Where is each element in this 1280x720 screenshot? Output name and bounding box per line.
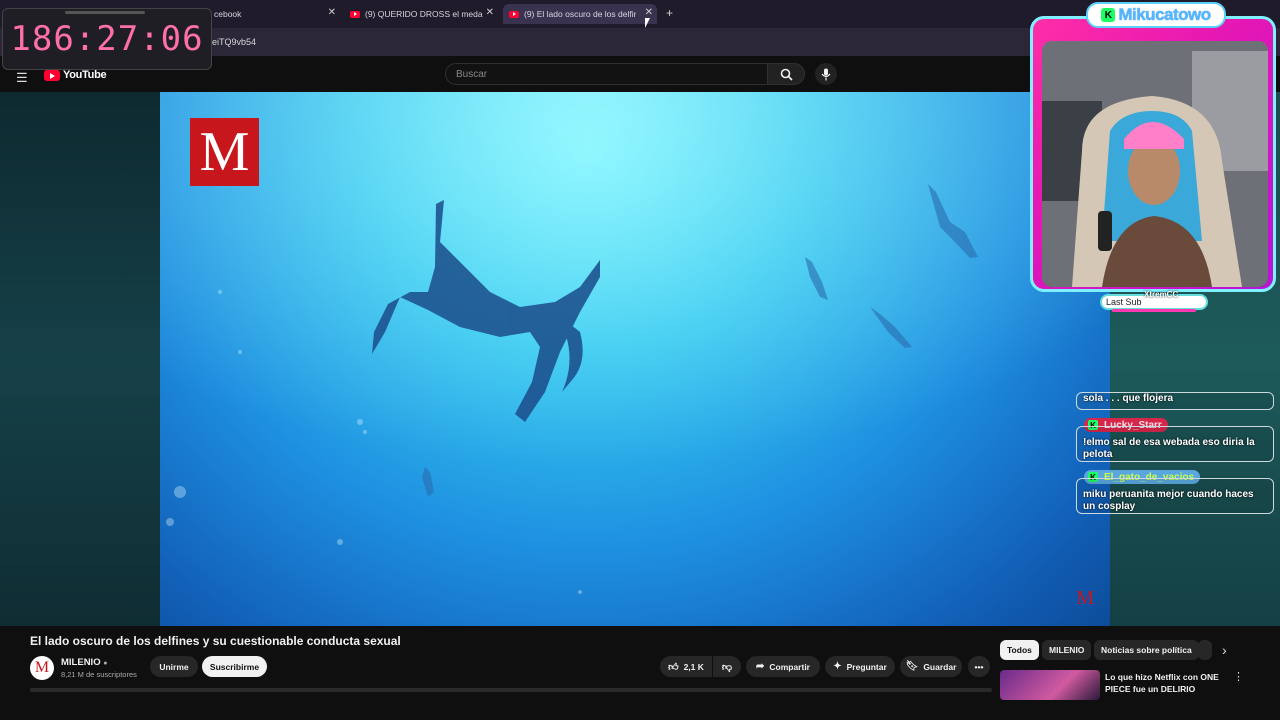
chip-label: Noticias sobre política [1101,645,1192,655]
chip-milenio[interactable]: MILENIO [1042,640,1092,660]
chip-todos[interactable]: Todos [1000,640,1039,660]
search-placeholder: Buscar [456,68,488,80]
suggested-video-thumbnail[interactable] [1000,670,1100,700]
tab-lado-oscuro[interactable]: (9) El lado oscuro de los delfines ✕ [503,4,657,24]
video-title: El lado oscuro de los delfines y su cues… [30,634,401,648]
join-label: Unirme [159,661,189,672]
share-icon: ➦ [755,661,765,672]
last-sub-widget: Last Sub XtremCC [1100,290,1208,312]
page-background-left [0,92,160,626]
search-button[interactable] [767,63,805,85]
webcam-frame [1030,16,1276,292]
thumbs-up-icon: 👍︎ [668,661,679,673]
chat-message-text: miku peruanita mejor cuando haces un cos… [1083,489,1254,512]
milenio-watermark: M [1076,587,1094,609]
channel-avatar-letter: M [34,659,50,676]
close-icon[interactable]: ✕ [645,7,653,18]
subscribe-label: Suscribirme [209,661,260,672]
mouse-cursor-icon [645,18,650,28]
search-icon [780,68,793,81]
search-input[interactable]: Buscar [445,63,768,85]
share-label: Compartir [769,661,810,672]
subscriber-count: 8,21 M de suscriptores [61,670,137,679]
close-icon[interactable]: ✕ [486,7,494,18]
timer-decoration [65,11,145,14]
video-info: El lado oscuro de los delfines y su cues… [0,626,1280,720]
menu-icon[interactable]: ☰ [16,70,28,86]
youtube-play-icon [44,69,60,81]
verified-icon: ● [103,660,108,667]
tab-title: (9) QUERIDO DROSS el medalla [365,9,483,19]
milenio-logo: M [190,118,259,186]
chat-message: miku peruanita mejor cuando haces un cos… [1076,478,1274,514]
youtube-logo[interactable]: YouTube [44,69,107,81]
dislike-button[interactable]: 👎︎ [713,656,741,677]
ask-label: Preguntar [846,661,887,672]
thumbs-down-icon: 👎︎ [721,661,733,673]
youtube-favicon-icon [509,10,519,18]
save-label: Guardar [923,661,957,672]
video-player[interactable]: M M [160,92,1110,626]
stream-timer: 186:27:06 [2,8,212,70]
description-box-edge [30,688,992,692]
chat-message: sola . . . que flojera [1076,392,1274,410]
suggested-video-title[interactable]: Lo que hizo Netflix con ONE PIECE fue un… [1105,671,1225,695]
channel-name[interactable]: MILENIO ● [61,657,107,668]
youtube-favicon-icon [350,10,360,18]
streamer-name: Mikucatowo [1118,5,1211,24]
webcam-feed [1042,41,1268,287]
last-sub-user: XtremCC [1144,290,1179,299]
streamer-name-badge: K Mikucatowo [1086,2,1226,28]
milenio-logo-letter: M [199,121,250,183]
last-sub-label: Last Sub [1106,297,1142,307]
tab-facebook[interactable]: cebook ✕ [208,4,340,24]
new-tab-icon[interactable]: + [666,6,673,20]
streamer-figure [1042,41,1268,287]
suggested-more-icon[interactable]: ⋮ [1233,670,1244,683]
tab-querido-dross[interactable]: (9) QUERIDO DROSS el medalla ✕ [344,4,498,24]
voice-search-button[interactable] [815,63,837,85]
chevron-right-icon[interactable]: › [1222,642,1227,658]
youtube-logo-text: YouTube [63,69,107,81]
channel-avatar[interactable]: M [30,656,54,680]
ask-button[interactable]: ✦ Preguntar [825,656,895,677]
kick-icon: K [1101,8,1116,22]
screen: cebook ✕ (9) QUERIDO DROSS el medalla ✕ … [0,0,1280,720]
like-count: 2,1 K [683,661,704,672]
channel-name-text: MILENIO [61,657,101,668]
more-actions-button[interactable]: ••• [968,656,990,677]
like-button[interactable]: 👍︎ 2,1 K [660,656,712,677]
bookmark-icon: 🔖︎ [905,661,919,672]
sparkle-icon: ✦ [833,661,842,672]
more-icon: ••• [974,661,984,672]
subscribe-button[interactable]: Suscribirme [202,656,267,677]
timer-value: 186:27:06 [10,19,204,59]
join-button[interactable]: Unirme [150,656,198,677]
microphone-icon [821,68,831,80]
chat-message-text: !elmo sal de esa webada eso diria la pel… [1083,437,1255,460]
last-sub-bar [1112,309,1196,312]
video-frame-underwater-scene [160,92,1110,626]
chat-message: !elmo sal de esa webada eso diria la pel… [1076,426,1274,462]
chat-message-text: sola . . . que flojera [1083,393,1174,404]
chip-noticias-politica[interactable]: Noticias sobre política [1094,640,1199,660]
chip-partial[interactable] [1198,640,1212,660]
save-button[interactable]: 🔖︎ Guardar [900,656,962,677]
url-text: eiTQ9vb54 [212,37,257,47]
chip-label: MILENIO [1049,645,1085,655]
chip-label: Todos [1007,645,1032,655]
share-button[interactable]: ➦ Compartir [746,656,820,677]
close-icon[interactable]: ✕ [328,7,336,18]
tab-title: cebook [214,9,242,19]
tab-title: (9) El lado oscuro de los delfines [524,9,636,19]
